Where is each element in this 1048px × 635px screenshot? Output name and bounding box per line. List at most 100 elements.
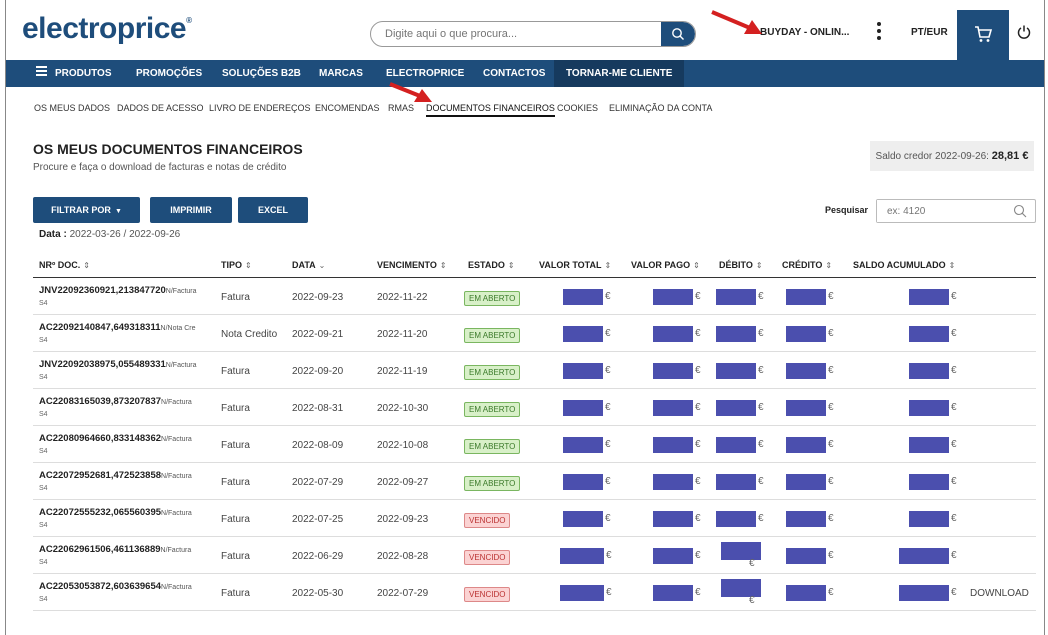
doc-vencimento: 2022-10-08 [377, 440, 429, 451]
redacted-amount [909, 474, 949, 490]
currency-symbol: € [695, 587, 701, 598]
col-label: CRÉDITO [782, 260, 823, 270]
caret-down-icon: ▼ [114, 208, 122, 215]
sort-icon: ⇕ [245, 261, 252, 270]
nav-marcas[interactable]: MARCAS [319, 60, 363, 87]
currency-symbol: € [605, 476, 611, 487]
doc-series: S4 [39, 448, 48, 455]
subnav-meus-dados[interactable]: OS MEUS DADOS [34, 103, 110, 113]
redacted-amount [786, 511, 826, 527]
currency-symbol: € [951, 587, 957, 598]
doc-number[interactable]: AC22080964660,833148362N/Factura [39, 433, 192, 444]
currency-symbol: € [758, 328, 764, 339]
doc-number[interactable]: AC22062961506,461136889N/Factura [39, 544, 191, 555]
doc-vencimento: 2022-09-23 [377, 514, 429, 525]
redacted-amount [653, 548, 693, 564]
table-row[interactable]: AC22083165039,873207837N/Factura S4 Fatura… [33, 389, 1036, 426]
table-row[interactable]: JNV22092360921,213847720N/Factura S4 Fatur… [33, 278, 1036, 315]
doc-data: 2022-07-25 [292, 514, 344, 525]
table-row[interactable]: AC22092140847,649318311N/Nota Cre S4 Nota … [33, 315, 1036, 352]
doc-kind: N/Factura [161, 436, 192, 443]
subnav-eliminacao-conta[interactable]: ELIMINAÇÃO DA CONTA [609, 103, 712, 113]
table-row[interactable]: JNV22092038975,055489331N/Factura S4 Fatur… [33, 352, 1036, 389]
doc-number[interactable]: JNV22092038975,055489331N/Factura [39, 359, 197, 370]
table-row[interactable]: AC22062961506,461136889N/Factura S4 Fatura… [33, 537, 1036, 574]
col-estado[interactable]: ESTADO ⇕ [468, 260, 515, 270]
col-valor-total[interactable]: VALOR TOTAL ⇕ [539, 260, 611, 270]
doc-kind: N/Factura [161, 510, 192, 517]
redacted-amount [560, 585, 604, 601]
col-tipo[interactable]: TIPO ⇕ [221, 260, 252, 270]
currency-symbol: € [951, 291, 957, 302]
nav-produtos[interactable]: PRODUTOS [36, 60, 112, 87]
currency-symbol: € [828, 439, 834, 450]
doc-number[interactable]: AC22092140847,649318311N/Nota Cre [39, 322, 196, 333]
nav-contactos[interactable]: CONTACTOS [483, 60, 545, 87]
redacted-amount [716, 289, 756, 305]
account-name[interactable]: BUYDAY - ONLIN... [760, 27, 849, 38]
locale-selector[interactable]: PT/EUR [911, 27, 948, 38]
currency-symbol: € [951, 513, 957, 524]
subnav-livro-enderecos[interactable]: LIVRO DE ENDEREÇOS [209, 103, 311, 113]
col-label: VALOR TOTAL [539, 260, 602, 270]
col-debito[interactable]: DÉBITO ⇕ [719, 260, 763, 270]
doc-vencimento: 2022-11-20 [377, 329, 428, 340]
redacted-amount [786, 437, 826, 453]
filter-button[interactable]: FILTRAR POR ▼ [33, 197, 140, 223]
redacted-amount [786, 289, 826, 305]
doc-tipo: Fatura [221, 588, 250, 599]
more-menu-icon[interactable] [876, 22, 882, 42]
col-saldo-acumulado[interactable]: SALDO ACUMULADO ⇕ [853, 260, 955, 270]
col-label: NRº DOC. [39, 260, 81, 270]
currency-symbol: € [828, 476, 834, 487]
nav-tornar-me-cliente[interactable]: TORNAR-ME CLIENTE [554, 60, 685, 87]
saldo-value: 28,81 € [991, 150, 1029, 162]
search-icon[interactable] [1013, 204, 1027, 218]
search-button[interactable] [661, 22, 695, 46]
redacted-amount [909, 437, 949, 453]
doc-number[interactable]: JNV22092360921,213847720N/Factura [39, 285, 197, 296]
cart-button[interactable] [957, 10, 1009, 60]
doc-id: AC22062961506,461136889 [39, 544, 161, 555]
doc-number[interactable]: AC22083165039,873207837N/Factura [39, 396, 192, 407]
col-data[interactable]: DATA ⌄ [292, 260, 325, 270]
table-row[interactable]: AC22072952681,472523858N/Factura S4 Fatura… [33, 463, 1036, 500]
currency-symbol: € [605, 439, 611, 450]
nav-promocoes[interactable]: PROMOÇÕES [136, 60, 202, 87]
doc-id: AC22072952681,472523858 [39, 470, 162, 481]
table-row[interactable]: AC22053053872,603639654N/Factura S4 Fatura… [33, 574, 1036, 611]
subnav-dados-acesso[interactable]: DADOS DE ACESSO [117, 103, 204, 113]
col-label: TIPO [221, 260, 243, 270]
doc-id: JNV22092038975,055489331 [39, 359, 166, 370]
logo-registered-mark: ® [186, 16, 192, 25]
excel-button[interactable]: EXCEL [238, 197, 308, 223]
doc-number[interactable]: AC22053053872,603639654N/Factura [39, 581, 192, 592]
logo[interactable]: electroprice® [22, 12, 192, 46]
doc-search-input[interactable] [877, 200, 1007, 222]
doc-number[interactable]: AC22072555232,065560395N/Factura [39, 507, 192, 518]
subnav-cookies[interactable]: COOKIES [557, 103, 598, 113]
col-credito[interactable]: CRÉDITO ⇕ [782, 260, 832, 270]
currency-symbol: € [605, 402, 611, 413]
doc-data: 2022-08-09 [292, 440, 344, 451]
currency-symbol: € [606, 587, 612, 598]
table-row[interactable]: AC22072555232,065560395N/Factura S4 Fatura… [33, 500, 1036, 537]
doc-series: S4 [39, 485, 48, 492]
subnav-encomendas[interactable]: ENCOMENDAS [315, 103, 380, 113]
doc-vencimento: 2022-08-28 [377, 551, 429, 562]
currency-symbol: € [695, 439, 701, 450]
main-nav: PRODUTOS PROMOÇÕES SOLUÇÕES B2B MARCAS E… [6, 60, 1044, 87]
table-row[interactable]: AC22080964660,833148362N/Factura S4 Fatura… [33, 426, 1036, 463]
doc-id: AC22083165039,873207837 [39, 396, 162, 407]
power-icon[interactable] [1016, 24, 1032, 40]
search-input[interactable] [371, 22, 661, 46]
print-button[interactable]: IMPRIMIR [150, 197, 232, 223]
doc-number[interactable]: AC22072952681,472523858N/Factura [39, 470, 192, 481]
col-vencimento[interactable]: VENCIMENTO ⇕ [377, 260, 447, 270]
currency-symbol: € [605, 513, 611, 524]
col-nr-doc[interactable]: NRº DOC. ⇕ [39, 260, 90, 270]
subnav-documentos-financeiros[interactable]: DOCUMENTOS FINANCEIROS [426, 103, 555, 117]
nav-solucoes-b2b[interactable]: SOLUÇÕES B2B [222, 60, 301, 87]
col-valor-pago[interactable]: VALOR PAGO ⇕ [631, 260, 700, 270]
download-link[interactable]: DOWNLOAD [970, 588, 1029, 599]
